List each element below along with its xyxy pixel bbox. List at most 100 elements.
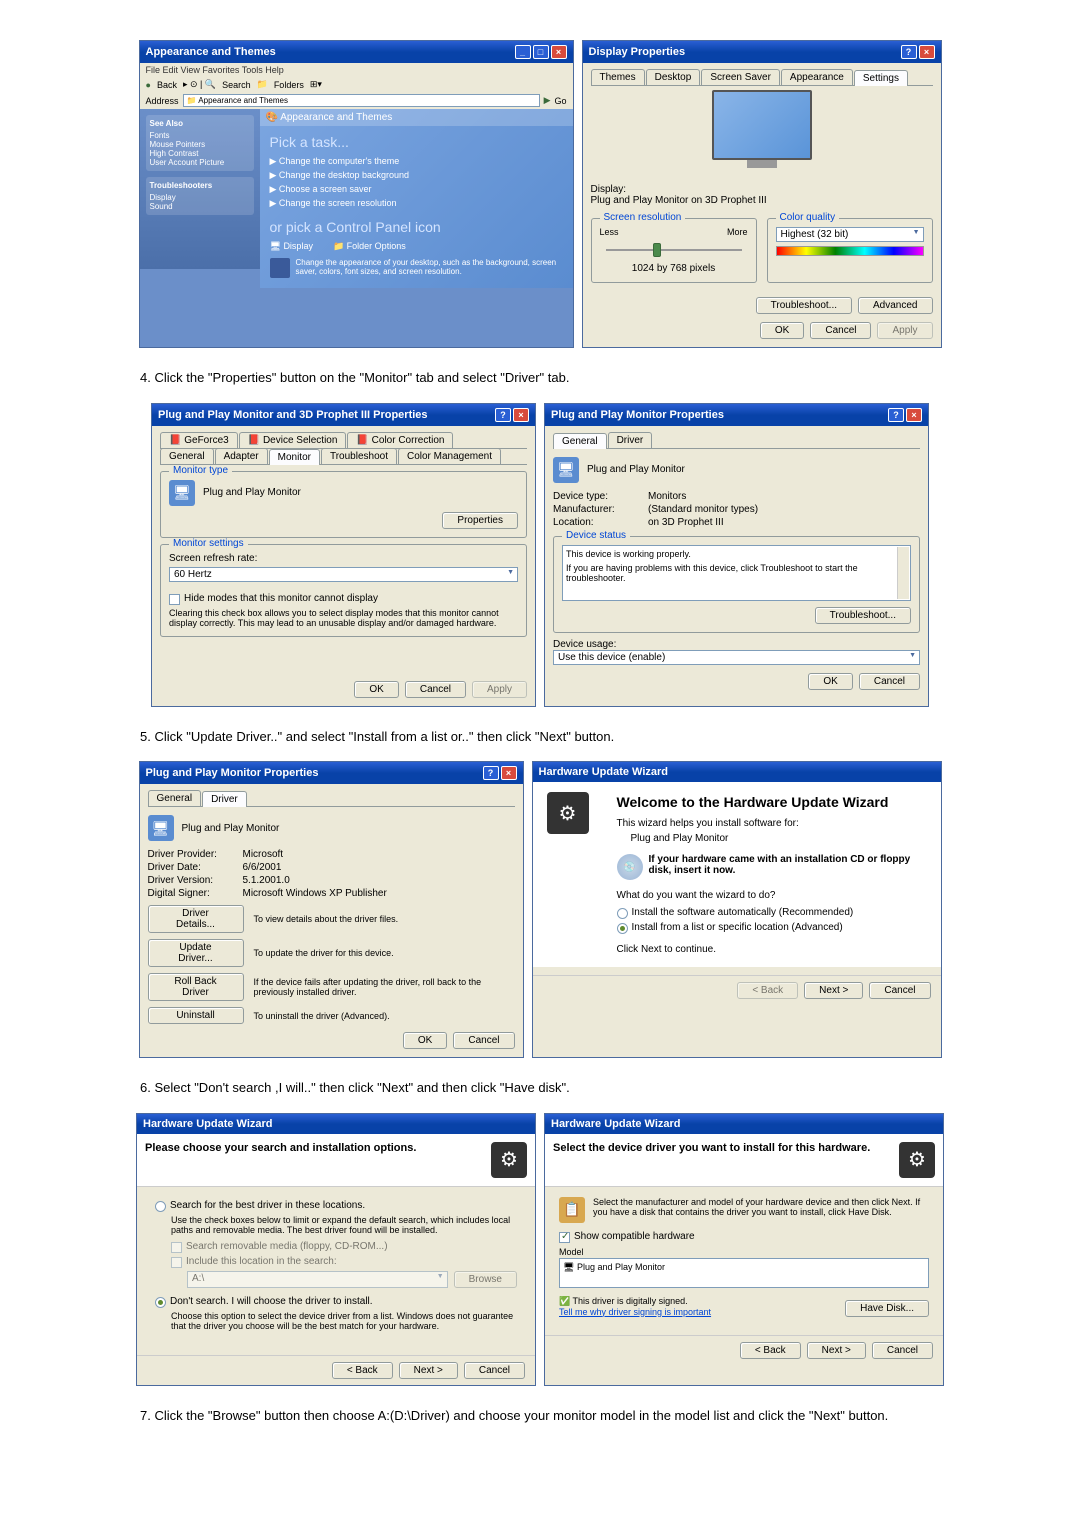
resolution-value: 1024 by 768 pixels bbox=[600, 263, 748, 274]
tab-color-mgmt[interactable]: Color Management bbox=[398, 448, 501, 464]
task-link[interactable]: ▶ Choose a screen saver bbox=[270, 184, 563, 195]
sidebar-link[interactable]: High Contrast bbox=[150, 149, 250, 158]
tab-troubleshoot[interactable]: Troubleshoot bbox=[321, 448, 397, 464]
tab-desktop[interactable]: Desktop bbox=[646, 69, 701, 85]
close-button[interactable]: × bbox=[551, 45, 567, 59]
sidebar-link[interactable]: Mouse Pointers bbox=[150, 140, 250, 149]
troubleshoot-button[interactable]: Troubleshoot... bbox=[756, 297, 852, 314]
tab-color-correction[interactable]: 📕 Color Correction bbox=[347, 432, 453, 448]
close-button[interactable]: × bbox=[513, 408, 529, 422]
help-button[interactable]: ? bbox=[495, 408, 511, 422]
rollback-button[interactable]: Roll Back Driver bbox=[148, 973, 244, 1001]
back-button[interactable]: Back bbox=[157, 80, 177, 90]
task-link[interactable]: ▶ Change the computer's theme bbox=[270, 156, 563, 167]
tab-general[interactable]: General bbox=[160, 448, 214, 464]
back-button[interactable]: < Back bbox=[740, 1342, 801, 1359]
resolution-slider[interactable] bbox=[606, 249, 742, 251]
cancel-button[interactable]: Cancel bbox=[872, 1342, 933, 1359]
tab-appearance[interactable]: Appearance bbox=[781, 69, 853, 85]
device-usage-select[interactable]: Use this device (enable) bbox=[553, 650, 920, 665]
tab-geforce[interactable]: 📕 GeForce3 bbox=[160, 432, 238, 448]
troubleshoot-button[interactable]: Troubleshoot... bbox=[815, 607, 911, 624]
list-item[interactable]: 🖥 Plug and Play Monitor bbox=[563, 1262, 925, 1273]
folders-button[interactable]: Folders bbox=[274, 80, 304, 90]
wizard-heading: Please choose your search and installati… bbox=[145, 1142, 481, 1154]
cancel-button[interactable]: Cancel bbox=[810, 322, 871, 339]
show-compatible-checkbox[interactable]: ✓ bbox=[559, 1232, 570, 1243]
list-install-radio[interactable] bbox=[617, 923, 628, 934]
color-quality-select[interactable]: Highest (32 bit) bbox=[776, 227, 924, 242]
back-button[interactable]: < Back bbox=[332, 1362, 393, 1379]
model-list[interactable]: 🖥 Plug and Play Monitor bbox=[559, 1258, 929, 1288]
tab-monitor[interactable]: Monitor bbox=[269, 449, 320, 465]
device-name: Plug and Play Monitor bbox=[631, 833, 927, 844]
tell-me-link[interactable]: Tell me why driver signing is important bbox=[559, 1307, 711, 1317]
tab-device-selection[interactable]: 📕 Device Selection bbox=[239, 432, 347, 448]
task-link[interactable]: ▶ Change the screen resolution bbox=[270, 198, 563, 209]
sidebar-link[interactable]: User Account Picture bbox=[150, 158, 250, 167]
hide-modes-desc: Clearing this check box allows you to se… bbox=[169, 608, 518, 628]
apply-button[interactable]: Apply bbox=[472, 681, 527, 698]
address-input[interactable]: 📁 Appearance and Themes bbox=[183, 94, 540, 107]
auto-install-radio[interactable] bbox=[617, 908, 628, 919]
uninstall-button[interactable]: Uninstall bbox=[148, 1007, 244, 1024]
monitor-properties-driver: Plug and Play Monitor Properties ? × Gen… bbox=[139, 761, 524, 1058]
back-button[interactable]: < Back bbox=[737, 982, 798, 999]
properties-button[interactable]: Properties bbox=[442, 512, 518, 529]
search-radio[interactable] bbox=[155, 1201, 166, 1212]
refresh-rate-select[interactable]: 60 Hertz bbox=[169, 567, 518, 582]
ok-button[interactable]: OK bbox=[354, 681, 398, 698]
tab-general[interactable]: General bbox=[553, 433, 607, 449]
monitor-settings-group: Monitor settings bbox=[169, 538, 248, 549]
dont-search-radio[interactable] bbox=[155, 1297, 166, 1308]
ok-button[interactable]: OK bbox=[760, 322, 804, 339]
cancel-button[interactable]: Cancel bbox=[869, 982, 930, 999]
sidebar-link[interactable]: Fonts bbox=[150, 131, 250, 140]
close-button[interactable]: × bbox=[919, 45, 935, 59]
window-title: Plug and Play Monitor and 3D Prophet III… bbox=[158, 409, 428, 421]
tab-screensaver[interactable]: Screen Saver bbox=[701, 69, 780, 85]
close-button[interactable]: × bbox=[906, 408, 922, 422]
tab-driver[interactable]: Driver bbox=[608, 432, 653, 448]
ok-button[interactable]: OK bbox=[808, 673, 852, 690]
search-button[interactable]: Search bbox=[222, 80, 251, 90]
menubar[interactable]: File Edit View Favorites Tools Help bbox=[140, 63, 573, 77]
hide-modes-checkbox[interactable] bbox=[169, 594, 180, 605]
cp-icon-folder-options[interactable]: 📁 Folder Options bbox=[333, 241, 406, 252]
manufacturer-value: (Standard monitor types) bbox=[648, 504, 758, 515]
driver-details-button[interactable]: Driver Details... bbox=[148, 905, 244, 933]
go-button[interactable]: Go bbox=[554, 96, 566, 106]
cancel-button[interactable]: Cancel bbox=[464, 1362, 525, 1379]
manufacturer-label: Manufacturer: bbox=[553, 504, 648, 515]
minimize-button[interactable]: _ bbox=[515, 45, 531, 59]
sidebar-link[interactable]: Display bbox=[150, 193, 250, 202]
ok-button[interactable]: OK bbox=[403, 1032, 447, 1049]
tab-settings[interactable]: Settings bbox=[854, 70, 908, 86]
cancel-button[interactable]: Cancel bbox=[453, 1032, 514, 1049]
tab-themes[interactable]: Themes bbox=[591, 69, 645, 85]
next-button[interactable]: Next > bbox=[804, 982, 863, 999]
cancel-button[interactable]: Cancel bbox=[405, 681, 466, 698]
help-button[interactable]: ? bbox=[901, 45, 917, 59]
help-button[interactable]: ? bbox=[888, 408, 904, 422]
help-button[interactable]: ? bbox=[483, 766, 499, 780]
next-button[interactable]: Next > bbox=[807, 1342, 866, 1359]
cancel-button[interactable]: Cancel bbox=[859, 673, 920, 690]
wizard-question: What do you want the wizard to do? bbox=[617, 890, 927, 901]
have-disk-button[interactable]: Have Disk... bbox=[845, 1300, 929, 1317]
cp-icon-display[interactable]: 🖥 Display bbox=[270, 241, 313, 252]
sidebar-link[interactable]: Sound bbox=[150, 202, 250, 211]
tab-driver[interactable]: Driver bbox=[202, 791, 247, 807]
advanced-button[interactable]: Advanced bbox=[858, 297, 932, 314]
update-driver-button[interactable]: Update Driver... bbox=[148, 939, 244, 967]
task-link[interactable]: ▶ Change the desktop background bbox=[270, 170, 563, 181]
apply-button[interactable]: Apply bbox=[877, 322, 932, 339]
maximize-button[interactable]: □ bbox=[533, 45, 549, 59]
tab-adapter[interactable]: Adapter bbox=[215, 448, 268, 464]
monitor-preview bbox=[692, 90, 832, 180]
tab-general[interactable]: General bbox=[148, 790, 202, 806]
wizard-hint: Select the manufacturer and model of you… bbox=[593, 1197, 929, 1223]
monitor-icon: 🖥 bbox=[169, 480, 195, 506]
close-button[interactable]: × bbox=[501, 766, 517, 780]
next-button[interactable]: Next > bbox=[399, 1362, 458, 1379]
